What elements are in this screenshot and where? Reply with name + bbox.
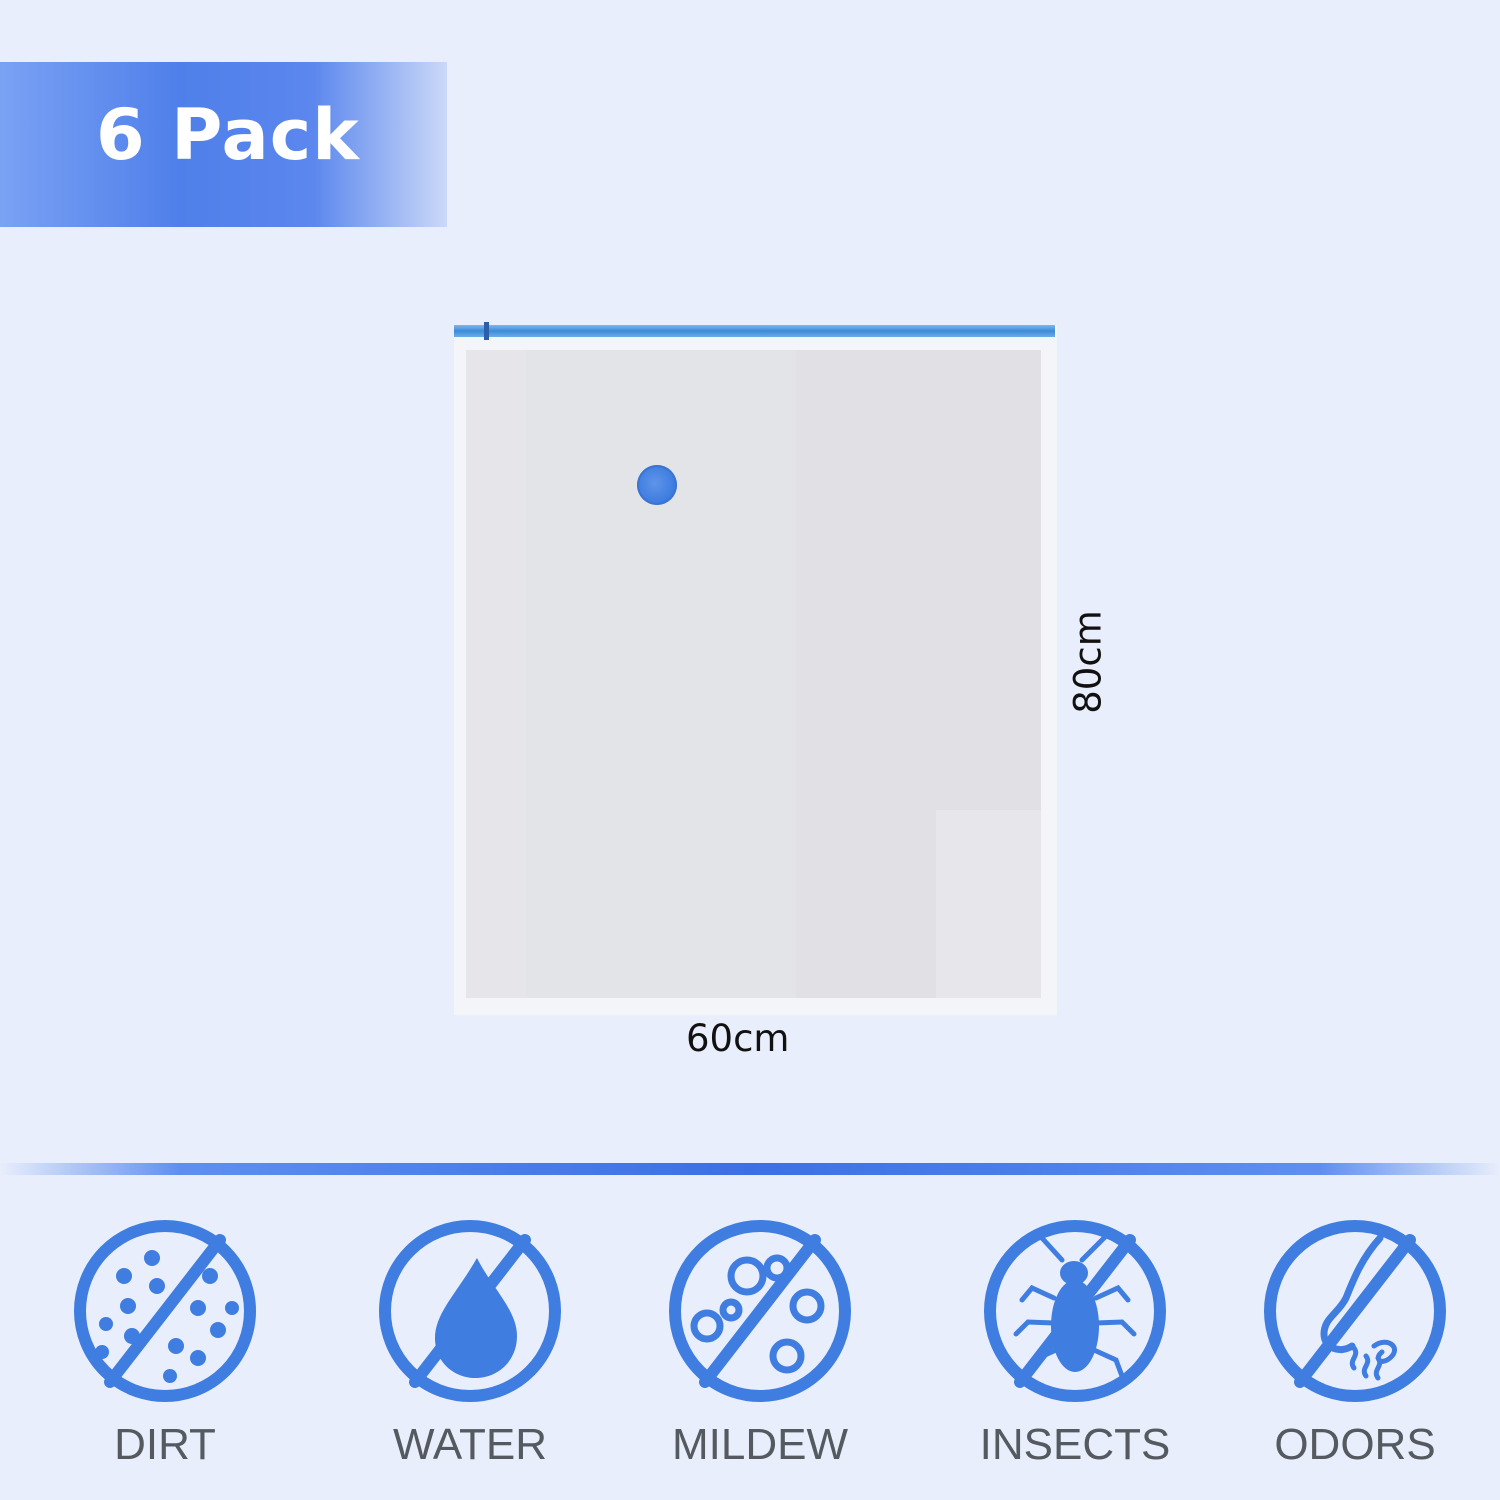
divider-line bbox=[0, 1163, 1500, 1175]
zip-slider bbox=[484, 322, 489, 340]
zip-seal bbox=[454, 325, 1055, 337]
feature-dirt: DIRT bbox=[45, 1218, 285, 1470]
no-insects-icon bbox=[984, 1220, 1166, 1402]
bag-width-label: 60cm bbox=[686, 1017, 790, 1060]
air-valve-icon bbox=[637, 465, 677, 505]
no-mildew-icon bbox=[669, 1220, 851, 1402]
no-odors-icon bbox=[1264, 1220, 1446, 1402]
vacuum-bag-body bbox=[466, 350, 1041, 998]
feature-label: ODORS bbox=[1274, 1420, 1436, 1469]
feature-water: WATER bbox=[350, 1218, 590, 1470]
no-water-icon bbox=[379, 1220, 561, 1402]
feature-mildew: MILDEW bbox=[640, 1218, 880, 1470]
feature-label: DIRT bbox=[114, 1420, 216, 1469]
feature-label: MILDEW bbox=[672, 1420, 848, 1469]
feature-insects: INSECTS bbox=[955, 1218, 1195, 1470]
no-dirt-icon bbox=[74, 1220, 256, 1402]
feature-odors: ODORS bbox=[1235, 1218, 1475, 1470]
feature-label: INSECTS bbox=[979, 1420, 1171, 1469]
bag-height-label: 80cm bbox=[1066, 610, 1110, 714]
feature-label: WATER bbox=[393, 1420, 547, 1469]
pack-count-label: 6 Pack bbox=[96, 94, 360, 176]
